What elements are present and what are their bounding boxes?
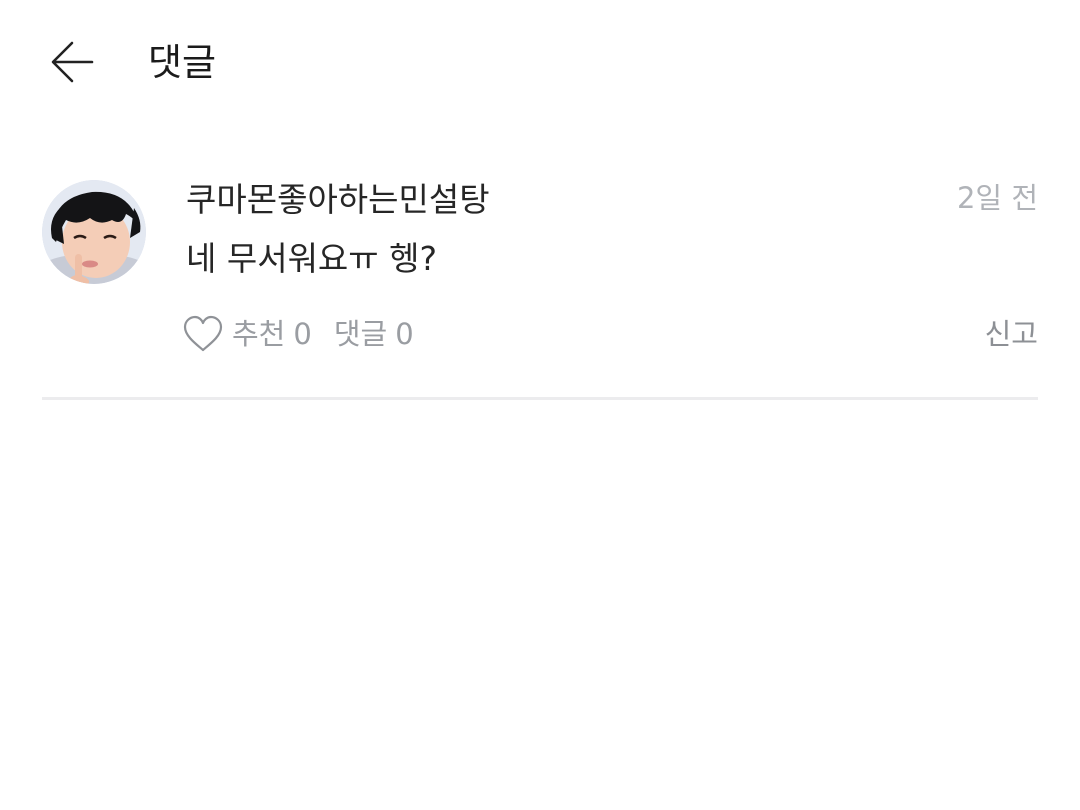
- header: 댓글: [0, 0, 1080, 128]
- back-button[interactable]: [44, 36, 100, 88]
- like-button[interactable]: 추천 0: [182, 314, 312, 354]
- comment-actions: 추천 0 댓글 0: [182, 312, 414, 356]
- comment-item: 쿠마몬좋아하는민설탕 2일 전 네 무서워요ㅠ 헹? 추천 0 댓글 0 신고: [42, 178, 1038, 398]
- page-title: 댓글: [148, 41, 217, 84]
- like-label: 추천: [232, 317, 286, 351]
- avatar[interactable]: [42, 180, 146, 284]
- comment-timestamp: 2일 전: [956, 181, 1038, 215]
- heart-outline-icon: [183, 315, 223, 352]
- divider: [42, 397, 1038, 400]
- reply-label: 댓글: [333, 317, 388, 351]
- arrow-left-icon: [51, 41, 94, 83]
- like-count: 0: [293, 317, 312, 351]
- report-button[interactable]: 신고: [985, 314, 1038, 354]
- reply-count: 0: [395, 317, 414, 351]
- reply-button[interactable]: 댓글 0: [334, 314, 414, 354]
- avatar-image: [42, 180, 146, 284]
- comments-screen: 댓글 쿠마몬좋아하는민설탕 2일 전 네 무서워요ㅠ 헹? 추천 0 댓글 0 …: [0, 0, 1080, 810]
- comment-text: 네 무서워요ㅠ 헹?: [186, 239, 438, 278]
- author-name[interactable]: 쿠마몬좋아하는민설탕: [186, 178, 490, 222]
